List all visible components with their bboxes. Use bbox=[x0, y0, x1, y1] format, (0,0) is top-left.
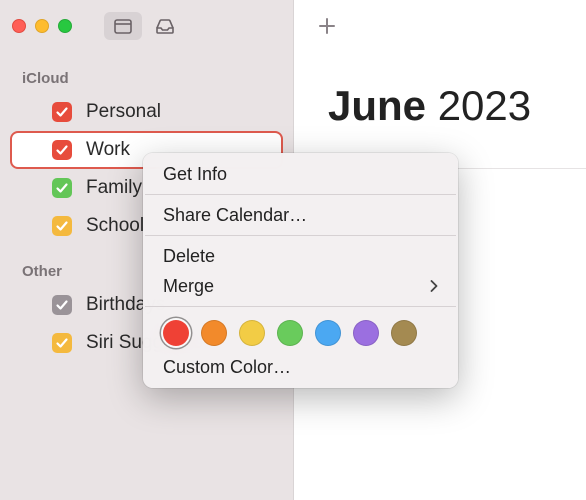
add-event-button[interactable] bbox=[310, 11, 344, 41]
check-icon bbox=[55, 298, 69, 312]
calendar-checkbox[interactable] bbox=[52, 333, 72, 353]
calendar-item-personal[interactable]: Personal bbox=[10, 93, 283, 131]
menu-label: Custom Color… bbox=[163, 357, 291, 378]
check-icon bbox=[55, 105, 69, 119]
calendar-icon bbox=[113, 17, 133, 35]
color-swatch-yellow[interactable] bbox=[239, 320, 265, 346]
color-swatch-green[interactable] bbox=[277, 320, 303, 346]
window-controls bbox=[12, 19, 72, 33]
color-swatch-purple[interactable] bbox=[353, 320, 379, 346]
calendar-label: Work bbox=[86, 139, 130, 161]
fullscreen-window-button[interactable] bbox=[58, 19, 72, 33]
menu-separator bbox=[145, 194, 456, 195]
calendar-label: Personal bbox=[86, 101, 161, 123]
calendar-checkbox[interactable] bbox=[52, 102, 72, 122]
calendar-label: Family bbox=[86, 177, 142, 199]
menu-label: Delete bbox=[163, 246, 215, 267]
menu-delete[interactable]: Delete bbox=[143, 241, 458, 271]
color-swatch-row bbox=[143, 312, 458, 352]
calendar-context-menu: Get Info Share Calendar… Delete Merge Cu… bbox=[143, 153, 458, 388]
check-icon bbox=[55, 143, 69, 157]
titlebar bbox=[0, 0, 293, 52]
main-toolbar bbox=[294, 0, 586, 52]
minimize-window-button[interactable] bbox=[35, 19, 49, 33]
check-icon bbox=[55, 336, 69, 350]
color-swatch-red[interactable] bbox=[163, 320, 189, 346]
menu-separator bbox=[145, 235, 456, 236]
color-swatch-orange[interactable] bbox=[201, 320, 227, 346]
tray-icon bbox=[155, 17, 175, 35]
year-label: 2023 bbox=[438, 82, 531, 129]
calendar-view-toggle[interactable] bbox=[104, 12, 142, 40]
menu-custom-color[interactable]: Custom Color… bbox=[143, 352, 458, 382]
plus-icon bbox=[317, 16, 337, 36]
color-swatch-blue[interactable] bbox=[315, 320, 341, 346]
menu-get-info[interactable]: Get Info bbox=[143, 159, 458, 189]
inbox-toggle[interactable] bbox=[146, 12, 184, 40]
calendar-checkbox[interactable] bbox=[52, 216, 72, 236]
menu-share-calendar[interactable]: Share Calendar… bbox=[143, 200, 458, 230]
calendar-label: School bbox=[86, 215, 144, 237]
calendar-checkbox[interactable] bbox=[52, 178, 72, 198]
close-window-button[interactable] bbox=[12, 19, 26, 33]
calendar-checkbox[interactable] bbox=[52, 295, 72, 315]
color-swatch-brown[interactable] bbox=[391, 320, 417, 346]
chevron-right-icon bbox=[430, 280, 438, 292]
check-icon bbox=[55, 181, 69, 195]
section-header-icloud: iCloud bbox=[0, 62, 293, 93]
menu-label: Get Info bbox=[163, 164, 227, 185]
month-year-title: June 2023 bbox=[294, 82, 586, 130]
month-label: June bbox=[328, 82, 426, 129]
menu-label: Share Calendar… bbox=[163, 205, 307, 226]
calendar-checkbox[interactable] bbox=[52, 140, 72, 160]
menu-separator bbox=[145, 306, 456, 307]
menu-merge[interactable]: Merge bbox=[143, 271, 458, 301]
menu-label: Merge bbox=[163, 276, 214, 297]
check-icon bbox=[55, 219, 69, 233]
